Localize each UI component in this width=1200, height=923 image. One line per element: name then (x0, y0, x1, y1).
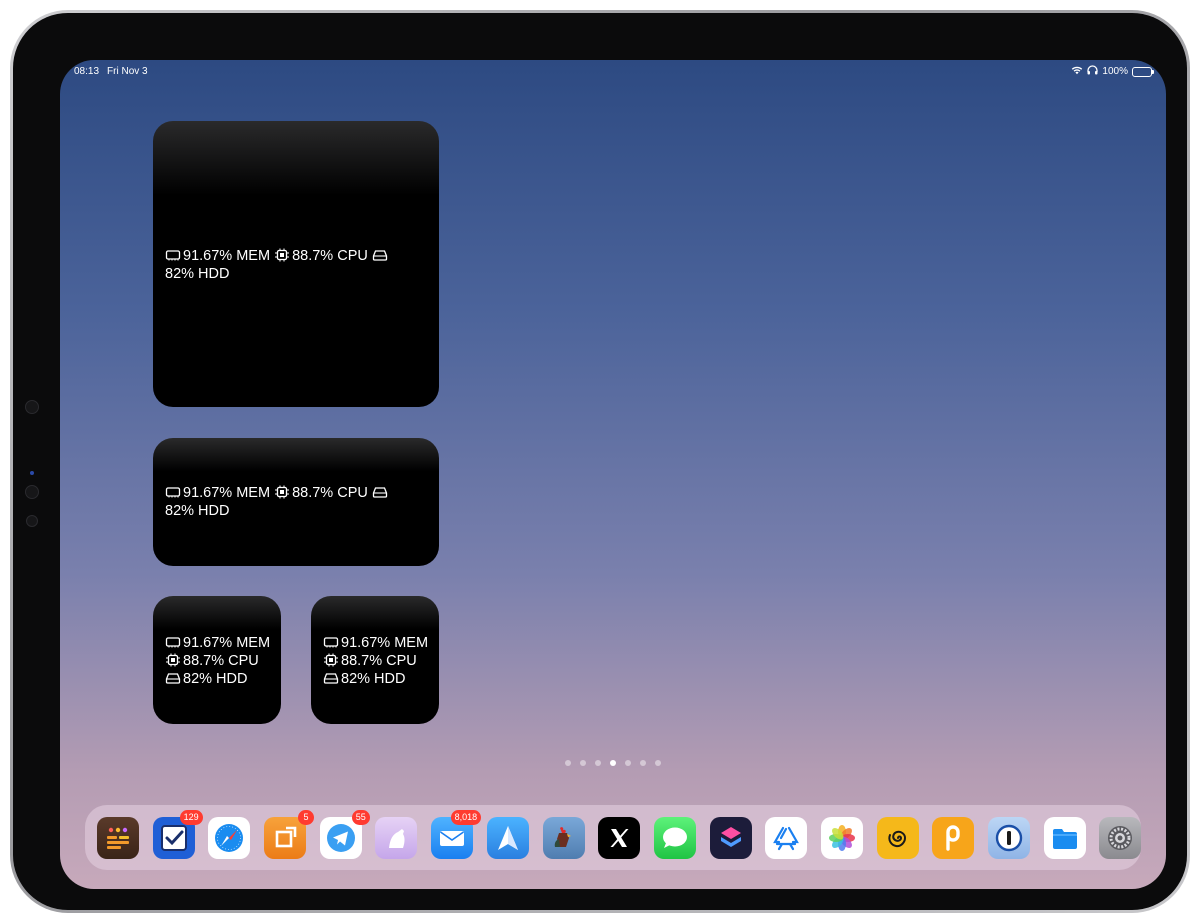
page-dot[interactable] (625, 760, 631, 766)
app-spiral[interactable] (876, 816, 919, 859)
system-stats-widget-small-1[interactable]: 91.67% MEM 88.7% CPU 82% HDD (153, 596, 281, 724)
app-badge: 5 (298, 809, 315, 825)
app-tasks[interactable]: 129 (152, 809, 203, 859)
system-stats-widget-small-2[interactable]: 91.67% MEM 88.7% CPU 82% HDD (311, 596, 439, 724)
app-window-manager[interactable] (97, 816, 139, 859)
disk-icon (372, 485, 388, 499)
disk-icon (323, 671, 339, 685)
app-crop[interactable]: 5 (264, 809, 315, 859)
disk-icon (165, 671, 181, 685)
page-dot[interactable] (565, 760, 571, 766)
app-settings[interactable] (1099, 816, 1142, 859)
cpu-icon (323, 653, 339, 667)
app-telegram[interactable]: 55 (319, 809, 370, 859)
cpu-icon (274, 248, 290, 262)
status-time: 08:13 (74, 66, 100, 77)
battery-charging-icon (1132, 66, 1154, 77)
cpu-value: 88.7% CPU (292, 485, 368, 501)
mem-value: 91.67% MEM (183, 485, 271, 501)
hdd-value: 82% HDD (165, 503, 230, 519)
memory-icon (165, 635, 181, 649)
app-rooster[interactable] (542, 816, 585, 859)
disk-icon (372, 248, 388, 262)
status-bar: 08:13 Fri Nov 3 100% (60, 60, 1166, 82)
app-spark[interactable] (486, 816, 529, 859)
home-screen: 08:13 Fri Nov 3 100% 91.67% MEM 88.7% CP… (60, 60, 1166, 889)
page-dot[interactable] (580, 760, 586, 766)
cpu-icon (165, 653, 181, 667)
app-1password[interactable] (988, 816, 1030, 859)
mem-value: 91.67% MEM (183, 635, 271, 651)
app-shortcuts[interactable] (709, 816, 752, 859)
app-safari[interactable] (208, 816, 251, 859)
memory-icon (165, 485, 181, 499)
memory-icon (323, 635, 339, 649)
cpu-value: 88.7% CPU (292, 248, 368, 264)
app-photos[interactable] (820, 816, 863, 859)
hdd-value: 82% HDD (165, 266, 230, 282)
bezel: 08:13 Fri Nov 3 100% 91.67% MEM 88.7% CP… (13, 13, 1187, 910)
system-stats-widget-medium[interactable]: 91.67% MEM 88.7% CPU 82% HDD (153, 438, 439, 566)
app-badge: 55 (351, 809, 370, 825)
mem-value: 91.67% MEM (183, 248, 271, 264)
cpu-icon (274, 485, 290, 499)
page-indicator[interactable] (60, 760, 1166, 766)
system-stats-widget-large[interactable]: 91.67% MEM 88.7% CPU 82% HDD (153, 121, 439, 407)
app-x[interactable] (598, 816, 641, 859)
headphones-icon (1087, 65, 1099, 78)
camera-indicator (30, 471, 34, 475)
camera-icon (25, 400, 39, 414)
status-date: Fri Nov 3 (107, 66, 148, 77)
app-badge: 129 (179, 809, 203, 825)
app-bear[interactable] (375, 816, 418, 859)
page-dot[interactable] (655, 760, 661, 766)
cpu-value: 88.7% CPU (341, 653, 417, 669)
dock: 129 5 55 8,018 (85, 805, 1142, 870)
app-badge: 8,018 (450, 809, 482, 825)
page-dot[interactable] (640, 760, 646, 766)
battery-percent: 100% (1102, 66, 1128, 77)
hdd-value: 82% HDD (341, 671, 406, 687)
app-messages[interactable] (653, 816, 696, 859)
app-files[interactable] (1043, 816, 1086, 859)
wifi-icon (1071, 65, 1083, 78)
ipad-frame: 08:13 Fri Nov 3 100% 91.67% MEM 88.7% CP… (10, 10, 1190, 913)
page-dot[interactable] (610, 760, 616, 766)
app-mail[interactable]: 8,018 (431, 809, 482, 859)
hdd-value: 82% HDD (183, 671, 248, 687)
sensor-icon-2 (26, 515, 38, 527)
cpu-value: 88.7% CPU (183, 653, 259, 669)
app-app-store[interactable] (765, 816, 808, 859)
mem-value: 91.67% MEM (341, 635, 429, 651)
page-dot[interactable] (595, 760, 601, 766)
memory-icon (165, 248, 181, 262)
app-pockity[interactable] (932, 816, 975, 859)
sensor-icon (25, 485, 39, 499)
